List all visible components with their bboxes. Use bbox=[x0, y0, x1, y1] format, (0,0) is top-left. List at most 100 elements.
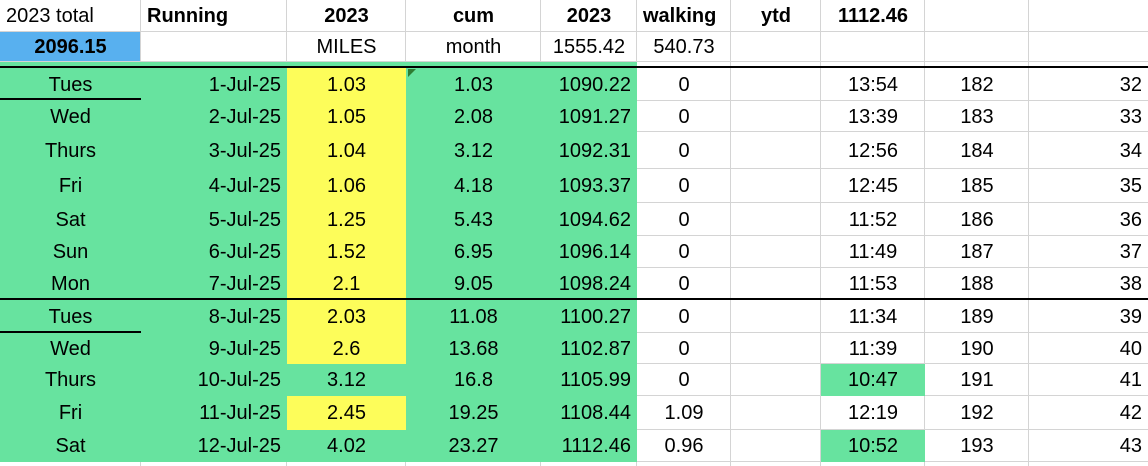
count-cell[interactable]: 193 bbox=[925, 430, 1029, 462]
total-miles-badge[interactable]: 2096.15 bbox=[0, 32, 141, 62]
total-cell[interactable]: 1090.22 bbox=[541, 68, 637, 101]
miles-cell[interactable]: 1.52 bbox=[287, 236, 406, 268]
miles-cell[interactable]: 2.6 bbox=[287, 333, 406, 364]
total-cell[interactable]: 1096.14 bbox=[541, 236, 637, 268]
cum-cell[interactable]: 3.12 bbox=[406, 132, 541, 169]
day-cell[interactable]: Fri bbox=[0, 396, 141, 430]
miles-cell[interactable]: 1.05 bbox=[287, 101, 406, 132]
walking-cell[interactable]: 0 bbox=[637, 236, 731, 268]
header-cell[interactable] bbox=[731, 32, 821, 62]
ytd-cell[interactable] bbox=[731, 101, 821, 132]
header-cell[interactable] bbox=[1029, 0, 1148, 32]
cum-cell[interactable]: 2.08 bbox=[406, 101, 541, 132]
pace-cell[interactable]: 11:39 bbox=[821, 333, 925, 364]
ytd-cell[interactable] bbox=[731, 333, 821, 364]
header-cell[interactable]: ytd bbox=[731, 0, 821, 32]
miles-cell[interactable]: 1.03 bbox=[287, 68, 406, 101]
count-cell[interactable]: 182 bbox=[925, 68, 1029, 101]
ytd-cell[interactable] bbox=[731, 169, 821, 203]
count-cell[interactable]: 185 bbox=[925, 169, 1029, 203]
pace-cell[interactable]: 12:19 bbox=[821, 396, 925, 430]
header-cell[interactable]: Running bbox=[141, 0, 287, 32]
cum-cell[interactable]: 9.05 bbox=[406, 268, 541, 300]
header-cell[interactable]: 2023 bbox=[541, 0, 637, 32]
comment-indicator-icon[interactable] bbox=[408, 69, 416, 77]
date-cell[interactable]: 3-Jul-25 bbox=[141, 132, 287, 169]
cum-cell[interactable]: 16.8 bbox=[406, 364, 541, 396]
pace-cell[interactable]: 11:52 bbox=[821, 203, 925, 236]
count-cell[interactable]: 184 bbox=[925, 132, 1029, 169]
date-cell[interactable]: 6-Jul-25 bbox=[141, 236, 287, 268]
date-cell[interactable]: 4-Jul-25 bbox=[141, 169, 287, 203]
ytd-cell[interactable] bbox=[731, 236, 821, 268]
miles-cell[interactable]: 1.04 bbox=[287, 132, 406, 169]
streak-cell[interactable]: 34 bbox=[1029, 132, 1148, 169]
cum-cell[interactable]: 1.03 bbox=[406, 68, 541, 101]
walking-cell[interactable]: 0 bbox=[637, 132, 731, 169]
ytd-cell[interactable] bbox=[731, 132, 821, 169]
date-cell[interactable]: 11-Jul-25 bbox=[141, 396, 287, 430]
walking-cell[interactable]: 0.96 bbox=[637, 430, 731, 462]
header-cell[interactable] bbox=[821, 32, 925, 62]
date-cell[interactable]: 12-Jul-25 bbox=[141, 430, 287, 462]
total-cell[interactable]: 1100.27 bbox=[541, 300, 637, 333]
total-cell[interactable]: 1094.62 bbox=[541, 203, 637, 236]
day-cell[interactable]: Sat bbox=[0, 203, 141, 236]
streak-cell[interactable]: 38 bbox=[1029, 268, 1148, 300]
day-cell[interactable]: Thurs bbox=[0, 132, 141, 169]
walking-cell[interactable]: 0 bbox=[637, 300, 731, 333]
pace-cell[interactable]: 13:54 bbox=[821, 68, 925, 101]
ytd-cell[interactable] bbox=[731, 364, 821, 396]
miles-cell[interactable]: 3.12 bbox=[287, 364, 406, 396]
header-cell[interactable]: month bbox=[406, 32, 541, 62]
total-cell[interactable]: 1092.31 bbox=[541, 132, 637, 169]
total-cell[interactable]: 1093.37 bbox=[541, 169, 637, 203]
total-cell[interactable]: 1091.27 bbox=[541, 101, 637, 132]
cum-cell[interactable]: 4.18 bbox=[406, 169, 541, 203]
date-cell[interactable]: 5-Jul-25 bbox=[141, 203, 287, 236]
date-cell[interactable]: 2-Jul-25 bbox=[141, 101, 287, 132]
day-cell[interactable]: Tues bbox=[0, 68, 141, 101]
miles-cell[interactable]: 2.1 bbox=[287, 268, 406, 300]
cum-cell[interactable]: 13.68 bbox=[406, 333, 541, 364]
streak-cell[interactable]: 39 bbox=[1029, 300, 1148, 333]
header-cell[interactable] bbox=[925, 32, 1029, 62]
ytd-cell[interactable] bbox=[731, 300, 821, 333]
pace-cell[interactable]: 12:45 bbox=[821, 169, 925, 203]
cum-cell[interactable]: 6.95 bbox=[406, 236, 541, 268]
count-cell[interactable]: 190 bbox=[925, 333, 1029, 364]
streak-cell[interactable]: 43 bbox=[1029, 430, 1148, 462]
count-cell[interactable]: 189 bbox=[925, 300, 1029, 333]
walking-cell[interactable]: 0 bbox=[637, 203, 731, 236]
streak-cell[interactable]: 42 bbox=[1029, 396, 1148, 430]
walking-cell[interactable]: 0 bbox=[637, 333, 731, 364]
pace-cell[interactable]: 11:53 bbox=[821, 268, 925, 300]
total-cell[interactable]: 1098.24 bbox=[541, 268, 637, 300]
cum-cell[interactable]: 19.25 bbox=[406, 396, 541, 430]
date-cell[interactable]: 8-Jul-25 bbox=[141, 300, 287, 333]
streak-cell[interactable]: 36 bbox=[1029, 203, 1148, 236]
streak-cell[interactable]: 40 bbox=[1029, 333, 1148, 364]
date-cell[interactable]: 7-Jul-25 bbox=[141, 268, 287, 300]
ytd-cell[interactable] bbox=[731, 430, 821, 462]
pace-cell[interactable]: 11:49 bbox=[821, 236, 925, 268]
count-cell[interactable]: 187 bbox=[925, 236, 1029, 268]
streak-cell[interactable]: 41 bbox=[1029, 364, 1148, 396]
date-cell[interactable]: 1-Jul-25 bbox=[141, 68, 287, 101]
date-cell[interactable]: 9-Jul-25 bbox=[141, 333, 287, 364]
cum-cell[interactable]: 23.27 bbox=[406, 430, 541, 462]
header-cell[interactable]: 2023 bbox=[287, 0, 406, 32]
header-cell[interactable] bbox=[1029, 32, 1148, 62]
day-cell[interactable]: Tues bbox=[0, 300, 141, 333]
count-cell[interactable]: 183 bbox=[925, 101, 1029, 132]
walking-cell[interactable]: 1.09 bbox=[637, 396, 731, 430]
total-cell[interactable]: 1112.46 bbox=[541, 430, 637, 462]
day-cell[interactable]: Sat bbox=[0, 430, 141, 462]
header-cell[interactable]: MILES bbox=[287, 32, 406, 62]
miles-cell[interactable]: 1.06 bbox=[287, 169, 406, 203]
header-cell[interactable]: 1555.42 bbox=[541, 32, 637, 62]
pace-cell[interactable]: 12:56 bbox=[821, 132, 925, 169]
ytd-cell[interactable] bbox=[731, 68, 821, 101]
count-cell[interactable]: 188 bbox=[925, 268, 1029, 300]
walking-cell[interactable]: 0 bbox=[637, 101, 731, 132]
